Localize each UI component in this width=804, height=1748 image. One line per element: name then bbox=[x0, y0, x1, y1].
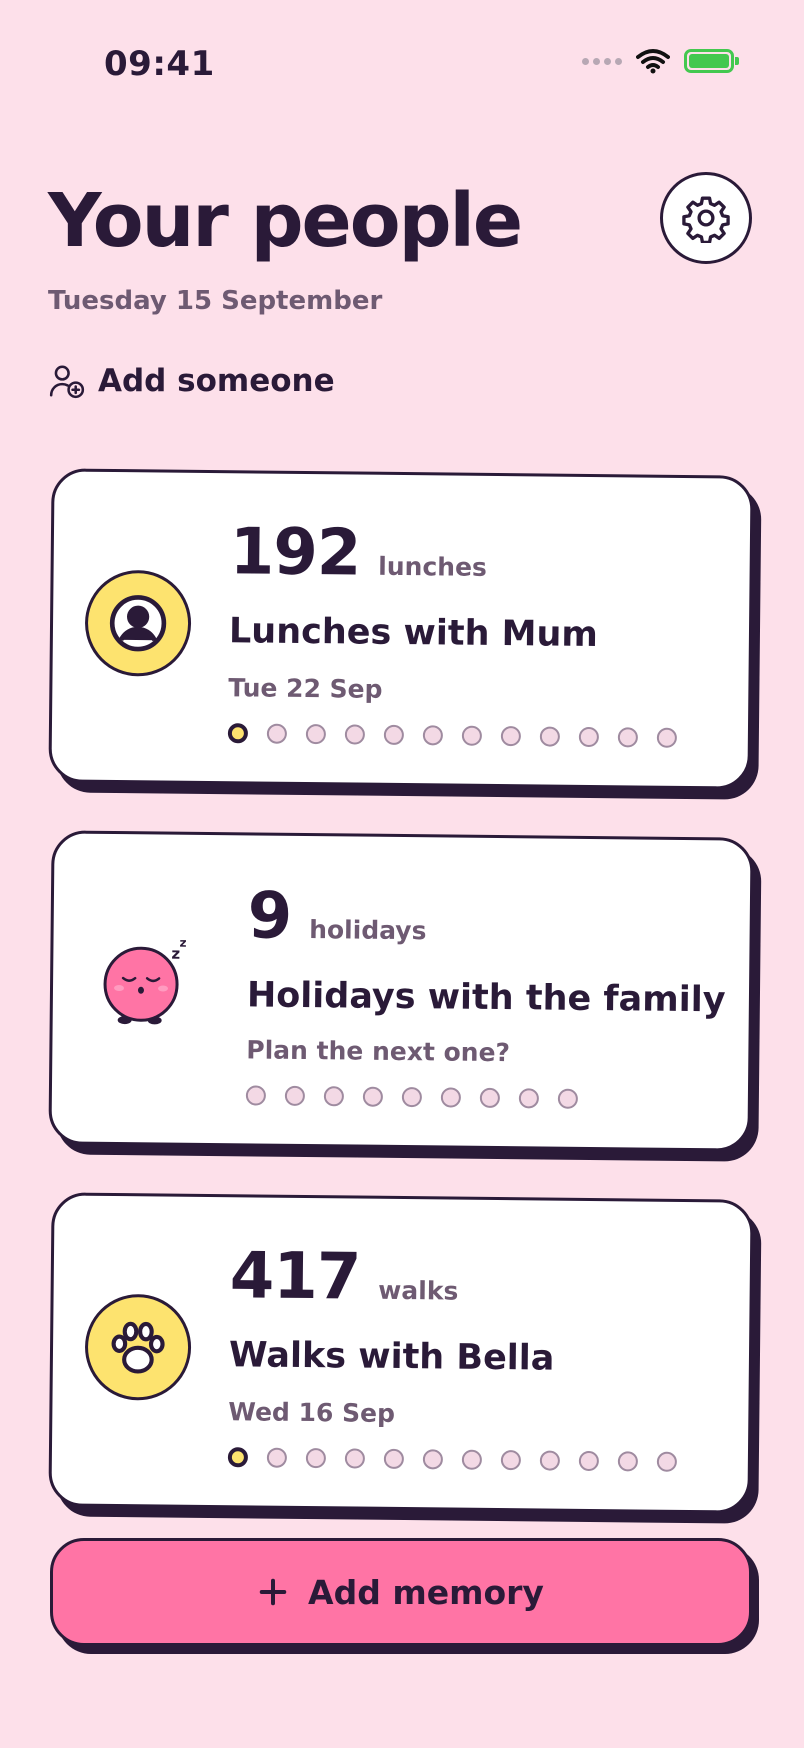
progress-dot bbox=[518, 1088, 539, 1109]
card-title: Walks with Bella bbox=[228, 1335, 555, 1379]
progress-dot bbox=[500, 1450, 521, 1471]
status-time: 09:41 bbox=[104, 44, 215, 84]
progress-dots bbox=[245, 1085, 578, 1109]
progress-dot bbox=[539, 1450, 560, 1471]
status-icons bbox=[582, 48, 739, 74]
progress-dot bbox=[656, 1451, 677, 1472]
progress-dot bbox=[305, 724, 326, 745]
page-title: Your people bbox=[48, 178, 523, 264]
progress-dot bbox=[227, 723, 249, 744]
svg-text:z: z bbox=[171, 945, 180, 963]
add-memory-button[interactable]: Add memory bbox=[50, 1538, 752, 1646]
add-person-icon bbox=[49, 365, 85, 399]
count-unit: holidays bbox=[309, 915, 427, 946]
settings-button[interactable] bbox=[660, 172, 752, 264]
progress-dot bbox=[227, 1447, 249, 1468]
plus-icon bbox=[259, 1578, 287, 1606]
sleeping-blob-icon: z z z bbox=[103, 936, 187, 1025]
progress-dot bbox=[617, 727, 638, 748]
progress-dot bbox=[344, 1448, 365, 1469]
progress-dot bbox=[305, 1448, 326, 1469]
card-subtitle: Wed 16 Sep bbox=[228, 1397, 396, 1428]
progress-dot bbox=[245, 1085, 267, 1106]
wifi-icon bbox=[636, 49, 670, 74]
avatar bbox=[84, 1293, 192, 1401]
count-unit: lunches bbox=[378, 551, 488, 582]
person-icon bbox=[109, 595, 167, 652]
progress-dot bbox=[266, 1447, 288, 1468]
progress-dot bbox=[440, 1087, 461, 1108]
count-unit: walks bbox=[378, 1275, 459, 1306]
progress-dot bbox=[344, 724, 365, 745]
count-value: 192 bbox=[229, 515, 361, 591]
avatar: z z z bbox=[101, 926, 202, 1037]
progress-dots bbox=[227, 723, 677, 748]
progress-dot bbox=[557, 1088, 578, 1109]
progress-dot bbox=[383, 724, 404, 746]
card-walks[interactable]: 417 walks Walks with Bella Wed 16 Sep bbox=[48, 1192, 754, 1514]
gear-icon bbox=[682, 196, 730, 243]
date-label: Tuesday 15 September bbox=[48, 286, 383, 316]
card-lunches[interactable]: 192 lunches Lunches with Mum Tue 22 Sep bbox=[48, 468, 754, 790]
card-title: Lunches with Mum bbox=[228, 611, 599, 656]
progress-dot bbox=[578, 726, 599, 748]
progress-dot bbox=[266, 723, 288, 744]
progress-dot bbox=[461, 725, 482, 746]
progress-dot bbox=[461, 1449, 482, 1470]
progress-dot bbox=[323, 1086, 344, 1107]
card-subtitle: Plan the next one? bbox=[246, 1035, 511, 1068]
progress-dot bbox=[284, 1085, 305, 1106]
progress-dot bbox=[362, 1086, 383, 1107]
count-value: 417 bbox=[229, 1239, 361, 1315]
paw-icon bbox=[111, 1321, 165, 1374]
add-someone-label: Add someone bbox=[98, 363, 335, 399]
progress-dot bbox=[578, 1450, 599, 1472]
count-value: 9 bbox=[247, 879, 292, 954]
progress-dot bbox=[617, 1451, 638, 1472]
avatar bbox=[84, 569, 192, 677]
card-title: Holidays with the family bbox=[246, 975, 726, 1021]
progress-dot bbox=[539, 726, 560, 747]
progress-dot bbox=[422, 725, 443, 746]
progress-dot bbox=[479, 1087, 500, 1109]
add-someone-button[interactable]: Add someone bbox=[48, 362, 335, 400]
progress-dot bbox=[500, 726, 521, 747]
battery-icon bbox=[684, 49, 739, 73]
signal-icon bbox=[582, 57, 622, 65]
progress-dot bbox=[383, 1448, 404, 1470]
progress-dot bbox=[401, 1087, 422, 1108]
card-holidays[interactable]: z z z 9 holidays Holidays with the famil… bbox=[48, 830, 754, 1152]
progress-dot bbox=[656, 727, 677, 748]
progress-dots bbox=[227, 1447, 677, 1472]
card-subtitle: Tue 22 Sep bbox=[228, 673, 383, 704]
progress-dot bbox=[422, 1449, 443, 1470]
add-memory-label: Add memory bbox=[308, 1572, 544, 1612]
svg-text:z: z bbox=[179, 936, 186, 950]
